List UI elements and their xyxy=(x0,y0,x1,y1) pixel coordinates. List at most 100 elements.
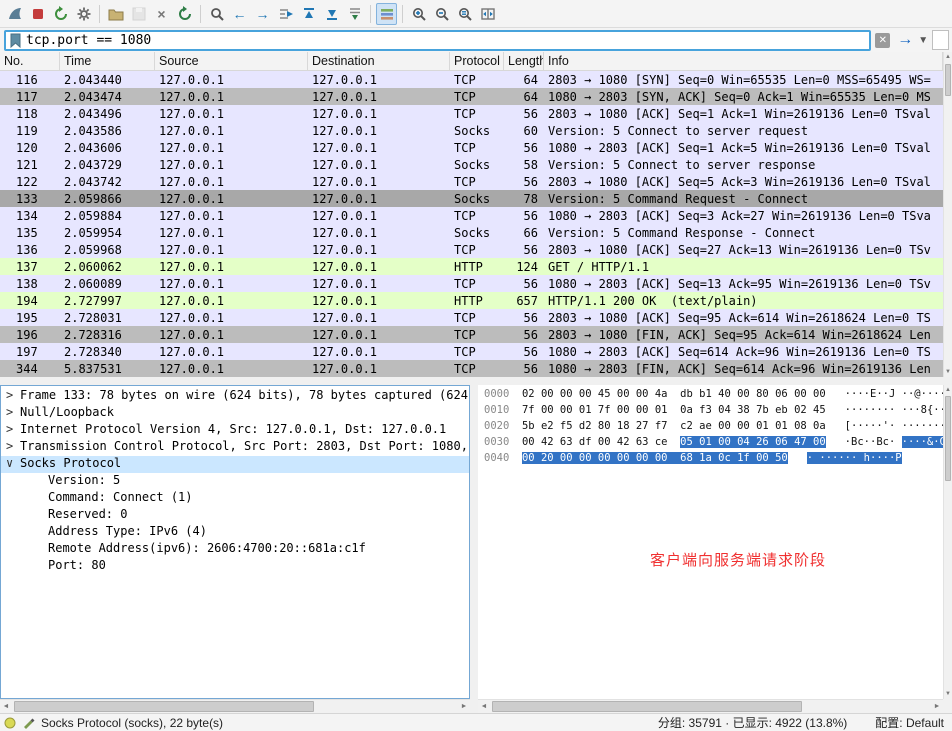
detail-line[interactable]: >Frame 133: 78 bytes on wire (624 bits),… xyxy=(1,388,469,405)
cell-time: 2.728316 xyxy=(60,326,155,343)
cell-time: 2.727997 xyxy=(60,292,155,309)
packet-row[interactable]: 1172.043474127.0.0.1127.0.0.1TCP641080 →… xyxy=(0,88,943,105)
display-filter-input[interactable] xyxy=(26,33,866,48)
packet-row[interactable]: 1332.059866127.0.0.1127.0.0.1Socks78Vers… xyxy=(0,190,943,207)
hex-row[interactable]: 0040 00 20 00 00 00 00 00 00 68 1a 0c 1f… xyxy=(484,452,943,468)
hex-row[interactable]: 0020 5b e2 f5 d2 80 18 27 f7 c2 ae 00 00… xyxy=(484,420,943,436)
filter-dropdown-icon[interactable]: ▼ xyxy=(918,35,928,46)
packet-row[interactable]: 1202.043606127.0.0.1127.0.0.1TCP561080 →… xyxy=(0,139,943,156)
scroll-down-icon[interactable]: ▼ xyxy=(944,367,952,377)
column-header-destination[interactable]: Destination xyxy=(308,52,450,70)
detail-line[interactable]: Command: Connect (1) xyxy=(1,490,469,507)
scroll-left-icon[interactable]: ◄ xyxy=(478,700,490,713)
packet-row[interactable]: 1382.060089127.0.0.1127.0.0.1TCP561080 →… xyxy=(0,275,943,292)
scroll-up-icon[interactable]: ▲ xyxy=(944,52,952,62)
go-first-icon[interactable] xyxy=(298,3,319,25)
display-filter-field[interactable] xyxy=(4,30,871,51)
detail-line[interactable]: >Internet Protocol Version 4, Src: 127.0… xyxy=(1,422,469,439)
column-header-source[interactable]: Source xyxy=(155,52,308,70)
zoom-original-icon[interactable] xyxy=(454,3,475,25)
find-packet-icon[interactable] xyxy=(206,3,227,25)
scrollbar-thumb[interactable] xyxy=(945,396,951,481)
cell-no: 195 xyxy=(0,309,60,326)
packet-row[interactable]: 1352.059954127.0.0.1127.0.0.1Socks66Vers… xyxy=(0,224,943,241)
auto-scroll-icon[interactable] xyxy=(344,3,365,25)
go-back-icon[interactable]: ← xyxy=(229,3,250,25)
stop-capture-icon[interactable] xyxy=(27,3,48,25)
expander-icon[interactable]: > xyxy=(6,405,20,419)
packet-row[interactable]: 1952.728031127.0.0.1127.0.0.1TCP562803 →… xyxy=(0,309,943,326)
scrollbar-thumb[interactable] xyxy=(492,701,802,712)
go-to-packet-icon[interactable] xyxy=(275,3,296,25)
zoom-out-icon[interactable] xyxy=(431,3,452,25)
expander-icon[interactable]: > xyxy=(6,422,20,436)
column-header-time[interactable]: Time xyxy=(60,52,155,70)
scrollbar-thumb[interactable] xyxy=(14,701,314,712)
packet-row[interactable]: 1972.728340127.0.0.1127.0.0.1TCP561080 →… xyxy=(0,343,943,360)
column-header-info[interactable]: Info xyxy=(544,52,943,70)
capture-options-icon[interactable] xyxy=(73,3,94,25)
scroll-up-icon[interactable]: ▲ xyxy=(944,385,952,395)
scroll-down-icon[interactable]: ▼ xyxy=(944,689,952,699)
go-forward-icon[interactable]: → xyxy=(252,3,273,25)
detail-line[interactable]: Address Type: IPv6 (4) xyxy=(1,524,469,541)
go-last-icon[interactable] xyxy=(321,3,342,25)
packet-row[interactable]: 1362.059968127.0.0.1127.0.0.1TCP562803 →… xyxy=(0,241,943,258)
scroll-right-icon[interactable]: ► xyxy=(458,700,470,713)
horizontal-splitter[interactable] xyxy=(0,377,952,385)
cell-source: 127.0.0.1 xyxy=(155,343,308,360)
column-header-length[interactable]: Length xyxy=(504,52,544,70)
detail-hscrollbar[interactable]: ◄ ► xyxy=(0,699,470,713)
apply-filter-icon[interactable]: → xyxy=(897,31,913,49)
restart-capture-icon[interactable] xyxy=(50,3,71,25)
start-capture-icon[interactable] xyxy=(4,3,25,25)
packet-row[interactable]: 1222.043742127.0.0.1127.0.0.1TCP562803 →… xyxy=(0,173,943,190)
cell-time: 2.059866 xyxy=(60,190,155,207)
hex-row[interactable]: 0030 00 42 63 df 00 42 63 ce 05 01 00 04… xyxy=(484,436,943,452)
zoom-in-icon[interactable] xyxy=(408,3,429,25)
packet-row[interactable]: 1372.060062127.0.0.1127.0.0.1HTTP124GET … xyxy=(0,258,943,275)
packet-row[interactable]: 1212.043729127.0.0.1127.0.0.1Socks58Vers… xyxy=(0,156,943,173)
hex-vscrollbar[interactable]: ▲ ▼ xyxy=(943,385,952,699)
packet-list-vscrollbar[interactable]: ▲ ▼ xyxy=(943,52,952,377)
packet-row[interactable]: 1192.043586127.0.0.1127.0.0.1Socks60Vers… xyxy=(0,122,943,139)
detail-line[interactable]: Port: 80 xyxy=(1,558,469,575)
hex-hscrollbar[interactable]: ◄ ► xyxy=(478,699,943,713)
expander-icon[interactable]: > xyxy=(6,439,20,453)
capture-comment-icon[interactable] xyxy=(22,716,35,729)
vertical-splitter[interactable] xyxy=(470,385,478,713)
packet-row[interactable]: 1342.059884127.0.0.1127.0.0.1TCP561080 →… xyxy=(0,207,943,224)
hex-row[interactable]: 0010 7f 00 00 01 7f 00 00 01 0a f3 04 38… xyxy=(484,404,943,420)
packet-row[interactable]: 3445.837531127.0.0.1127.0.0.1TCP561080 →… xyxy=(0,360,943,377)
detail-line[interactable]: Version: 5 xyxy=(1,473,469,490)
scroll-left-icon[interactable]: ◄ xyxy=(0,700,12,713)
column-header-no[interactable]: No. xyxy=(0,52,60,70)
colorize-icon[interactable] xyxy=(376,3,397,25)
scrollbar-thumb[interactable] xyxy=(945,64,951,96)
detail-line[interactable]: >Null/Loopback xyxy=(1,405,469,422)
cell-time: 5.837531 xyxy=(60,360,155,377)
expander-icon[interactable]: > xyxy=(6,388,20,402)
expert-info-icon[interactable] xyxy=(4,717,16,729)
detail-line[interactable]: ∨Socks Protocol xyxy=(1,456,469,473)
packet-row[interactable]: 1162.043440127.0.0.1127.0.0.1TCP642803 →… xyxy=(0,71,943,88)
save-file-icon[interactable] xyxy=(128,3,149,25)
packet-row[interactable]: 1182.043496127.0.0.1127.0.0.1TCP562803 →… xyxy=(0,105,943,122)
filter-bookmark-icon[interactable] xyxy=(10,33,21,48)
column-header-protocol[interactable]: Protocol xyxy=(450,52,504,70)
resize-columns-icon[interactable] xyxy=(477,3,498,25)
packet-row[interactable]: 1942.727997127.0.0.1127.0.0.1HTTP657HTTP… xyxy=(0,292,943,309)
expander-icon[interactable]: ∨ xyxy=(6,456,20,470)
clear-filter-icon[interactable]: ✕ xyxy=(875,33,890,48)
reload-file-icon[interactable] xyxy=(174,3,195,25)
detail-line[interactable]: >Transmission Control Protocol, Src Port… xyxy=(1,439,469,456)
detail-line[interactable]: Reserved: 0 xyxy=(1,507,469,524)
packet-row[interactable]: 1962.728316127.0.0.1127.0.0.1TCP562803 →… xyxy=(0,326,943,343)
status-profile[interactable]: 配置: Default xyxy=(875,714,944,731)
hex-row[interactable]: 0000 02 00 00 00 45 00 00 4a db b1 40 00… xyxy=(484,388,943,404)
expression-button[interactable] xyxy=(932,30,949,50)
close-file-icon[interactable]: × xyxy=(151,3,172,25)
detail-line[interactable]: Remote Address(ipv6): 2606:4700:20::681a… xyxy=(1,541,469,558)
open-file-icon[interactable] xyxy=(105,3,126,25)
scroll-right-icon[interactable]: ► xyxy=(931,700,943,713)
